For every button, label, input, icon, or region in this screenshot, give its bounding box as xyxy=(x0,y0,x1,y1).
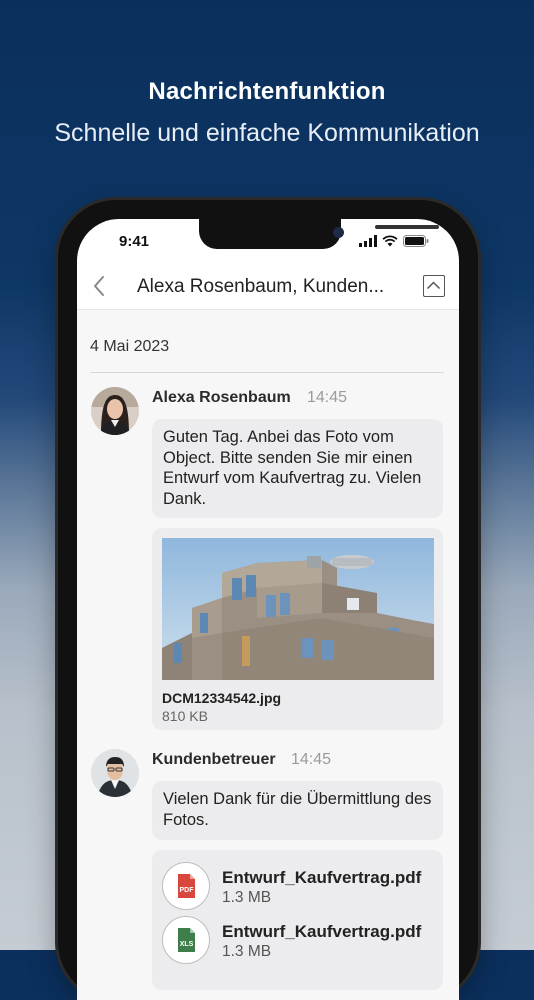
sender-name: Kundenbetreuer xyxy=(152,751,276,768)
phone-frame: 9:41 Alexa Rosenbaum, Kunden... 4 Mai 20… xyxy=(58,200,478,1000)
xls-file-icon[interactable]: XLS xyxy=(162,916,210,964)
file-name[interactable]: Entwurf_Kaufvertrag.pdf xyxy=(222,868,421,888)
divider xyxy=(90,372,444,373)
sender-name: Alexa Rosenbaum xyxy=(152,389,291,406)
camera-dot xyxy=(333,227,344,238)
avatar-photo-woman xyxy=(91,387,139,435)
date-separator: 4 Mai 2023 xyxy=(90,338,170,355)
wifi-icon xyxy=(382,235,398,247)
building-photo xyxy=(162,538,434,680)
signal-icon xyxy=(359,235,377,247)
file-name[interactable]: Entwurf_Kaufvertrag.pdf xyxy=(222,922,421,942)
chat-title[interactable]: Alexa Rosenbaum, Kunden... xyxy=(137,276,384,298)
speaker-grill xyxy=(375,225,439,229)
attachment-size: 810 KB xyxy=(162,708,208,724)
avatar-kundenbetreuer[interactable] xyxy=(91,749,139,797)
pdf-file-glyph: PDF xyxy=(178,874,195,898)
message-time: 14:45 xyxy=(307,389,348,406)
file-attachments: PDF Entwurf_Kaufvertrag.pdf 1.3 MB XLS E… xyxy=(152,850,443,990)
chat-content[interactable]: 4 Mai 2023 Alexa Rosenbaum 14:45 Guten T… xyxy=(77,310,459,1000)
file-size: 1.3 MB xyxy=(222,889,272,906)
svg-text:PDF: PDF xyxy=(180,887,195,894)
notch xyxy=(199,219,439,249)
svg-text:XLS: XLS xyxy=(180,941,194,948)
chevron-up-icon xyxy=(426,281,441,290)
attachment-filename: DCM12334542.jpg xyxy=(162,690,282,706)
pdf-file-icon[interactable]: PDF xyxy=(162,862,210,910)
image-attachment[interactable]: DCM12334542.jpg 810 KB xyxy=(152,528,443,730)
avatar-photo-man xyxy=(91,749,139,797)
message-bubble: Vielen Dank für die Übermittlung des Fot… xyxy=(152,781,443,840)
message-time: 14:45 xyxy=(291,751,332,768)
hero-title: Nachrichtenfunktion xyxy=(148,78,386,105)
hero-subtitle: Schnelle und einfache Kommunikation xyxy=(54,119,480,147)
hero: Nachrichtenfunktion Schnelle und einfach… xyxy=(0,78,534,148)
xls-file-glyph: XLS xyxy=(178,928,195,952)
status-time: 9:41 xyxy=(119,233,150,250)
file-size: 1.3 MB xyxy=(222,943,272,960)
phone-screen: 9:41 Alexa Rosenbaum, Kunden... 4 Mai 20… xyxy=(77,219,459,1000)
message-bubble: Guten Tag. Anbei das Foto vom Object. Bi… xyxy=(152,419,443,518)
avatar-alexa[interactable] xyxy=(91,387,139,435)
attachment-photo[interactable] xyxy=(162,538,434,680)
battery-icon xyxy=(403,235,429,247)
collapse-button[interactable] xyxy=(423,275,445,297)
chevron-left-icon[interactable] xyxy=(87,273,113,299)
chat-header: Alexa Rosenbaum, Kunden... xyxy=(77,263,459,310)
